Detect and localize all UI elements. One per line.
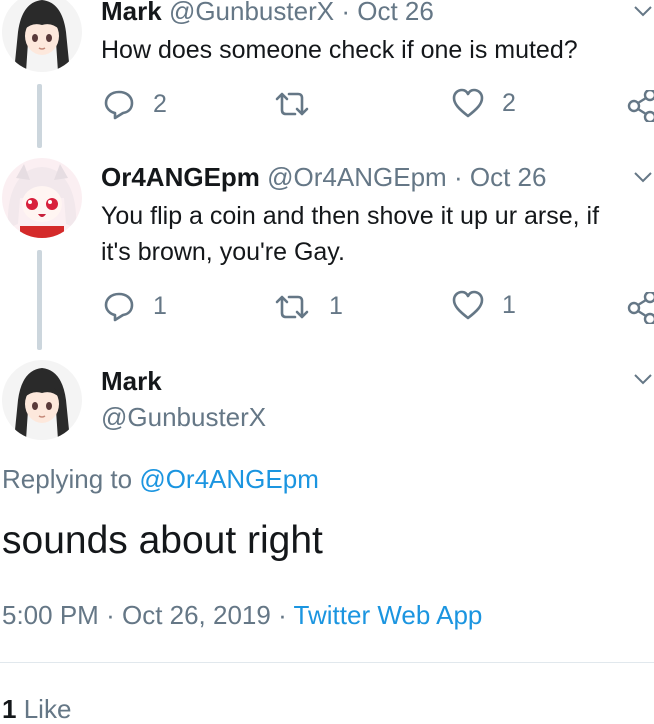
reply-count: 1 (153, 291, 167, 320)
heart-icon (452, 290, 484, 320)
separator: · (453, 162, 463, 192)
tweet-text-line-1: You flip a coin and then shove it up ur … (101, 202, 600, 230)
replying-to: Replying to @Or4ANGEpm (2, 464, 319, 494)
reply-button[interactable]: 1 (103, 290, 167, 322)
reply-count: 2 (153, 89, 167, 118)
tweet-time[interactable]: 5:00 PM (2, 600, 99, 630)
like-stat-count: 1 (2, 694, 17, 724)
retweet-button[interactable]: 1 (273, 292, 343, 321)
author-handle[interactable]: @GunbusterX (101, 402, 266, 432)
tweet-header: Or4ANGEpm @Or4ANGEpm · Oct 26 (101, 162, 546, 192)
main-tweet-text: sounds about right (2, 519, 323, 562)
retweet-button[interactable] (273, 90, 329, 118)
tweet-date[interactable]: Oct 26 (470, 162, 547, 192)
like-stat-label: Like (23, 694, 72, 724)
reply-icon (104, 90, 134, 120)
like-button[interactable]: 1 (452, 290, 516, 320)
avatar-or4angepm[interactable] (2, 158, 82, 238)
tweet-source-link[interactable]: Twitter Web App (294, 600, 483, 630)
avatar-mark[interactable] (2, 360, 82, 440)
retweet-icon (275, 295, 309, 318)
like-count: 1 (502, 290, 516, 319)
tweet-full-date[interactable]: Oct 26, 2019 (122, 600, 271, 630)
avatar-mark[interactable] (2, 0, 82, 72)
thread-line (37, 84, 42, 148)
tweet-date[interactable]: Oct 26 (357, 0, 434, 26)
replying-prefix: Replying to (2, 464, 133, 494)
tweet-meta: 5:00 PM · Oct 26, 2019 · Twitter Web App (2, 600, 482, 630)
separator: · (278, 600, 287, 630)
reply-icon (104, 292, 134, 322)
author-name[interactable]: Or4ANGEpm (101, 162, 260, 192)
like-button[interactable]: 2 (452, 88, 516, 118)
thread-line (37, 250, 42, 350)
author-handle[interactable]: @Or4ANGEpm (267, 162, 447, 192)
chevron-down-icon[interactable] (633, 170, 653, 184)
chevron-down-icon[interactable] (633, 4, 653, 18)
tweet-text-line-2: it's brown, you're Gay. (101, 238, 345, 266)
tweet-header: Mark @GunbusterX · Oct 26 (101, 0, 434, 26)
author-name[interactable]: Mark (101, 366, 162, 396)
retweet-count: 1 (329, 292, 343, 320)
heart-icon (452, 88, 484, 118)
author-name[interactable]: Mark (101, 0, 162, 26)
share-icon[interactable] (626, 292, 654, 324)
chevron-down-icon[interactable] (633, 372, 653, 386)
reply-button[interactable]: 2 (103, 88, 167, 120)
separator: · (106, 600, 115, 630)
like-stats[interactable]: 1 Like (2, 694, 71, 724)
separator: · (341, 0, 350, 26)
like-count: 2 (502, 88, 516, 117)
tweet-text: How does someone check if one is muted? (101, 36, 578, 64)
replying-handle-link[interactable]: @Or4ANGEpm (139, 464, 319, 494)
share-icon[interactable] (626, 90, 654, 122)
author-handle[interactable]: @GunbusterX (169, 0, 334, 26)
retweet-icon (275, 92, 309, 116)
divider (0, 662, 654, 663)
